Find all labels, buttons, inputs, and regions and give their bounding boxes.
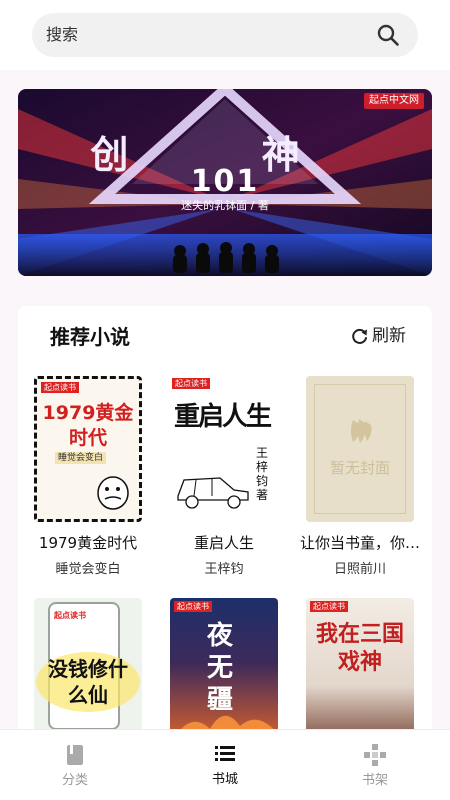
shelf-icon bbox=[364, 744, 386, 766]
cover-badge: 起点读书 bbox=[310, 601, 348, 612]
refresh-label: 刷新 bbox=[372, 326, 406, 346]
bottom-tab-bar: 分类 书城 书架 bbox=[0, 729, 450, 800]
recommend-section: 推荐小说 刷新 起点读书 1979黄金时代 睡觉会变白 1979黄金时代 睡觉会… bbox=[18, 306, 432, 736]
book-cover[interactable]: 暂无封面 bbox=[306, 376, 414, 522]
cover-title: 1979黄金时代 bbox=[42, 402, 134, 449]
tab-bookstore[interactable]: 书城 bbox=[180, 744, 270, 794]
cover-badge: 起点读书 bbox=[41, 382, 79, 393]
search-bar[interactable]: 搜索 bbox=[32, 13, 418, 57]
cover-frame bbox=[314, 384, 406, 514]
cover-badge: 起点读书 bbox=[174, 601, 212, 612]
book-author: 日照前川 bbox=[333, 562, 386, 577]
book-author: 王梓钧 bbox=[204, 562, 244, 577]
book-title[interactable]: 1979黄金时代 bbox=[26, 533, 150, 553]
refresh-icon bbox=[352, 328, 367, 344]
promo-banner[interactable]: 创 神 101 迷失的乳钵面 / 著 起点中文网 bbox=[18, 89, 432, 276]
section-title: 推荐小说 bbox=[50, 325, 130, 349]
refresh-button[interactable]: 刷新 bbox=[351, 323, 406, 349]
search-placeholder[interactable]: 搜索 bbox=[46, 24, 78, 46]
book-cover[interactable]: 起点读书 没钱修什么仙 bbox=[34, 598, 142, 736]
search-icon[interactable] bbox=[376, 23, 400, 47]
cover-title: 夜无疆 bbox=[206, 621, 233, 715]
book-icon bbox=[67, 745, 83, 765]
book-cover[interactable]: 起点读书 夜无疆 bbox=[170, 598, 278, 736]
cover-title: 没钱修什么仙 bbox=[48, 657, 128, 707]
cover-title: 重启人生 bbox=[174, 402, 272, 432]
placeholder-logo-icon bbox=[351, 419, 372, 443]
tab-label: 书架 bbox=[361, 773, 388, 788]
book-cover[interactable]: 起点读书 1979黄金时代 睡觉会变白 bbox=[34, 376, 142, 522]
cover-placeholder-text: 暂无封面 bbox=[329, 459, 390, 477]
cover-title: 我在三国戏神 bbox=[315, 621, 404, 675]
cover-badge: 起点读书 bbox=[54, 611, 86, 620]
banner-author-line: 迷失的乳钵面 / 著 bbox=[181, 199, 269, 212]
cover-author: 睡觉会变白 bbox=[55, 452, 107, 464]
list-icon bbox=[215, 746, 235, 761]
cartoon-face-icon bbox=[97, 476, 129, 510]
tab-label: 书城 bbox=[211, 772, 238, 787]
tab-bookshelf[interactable]: 书架 bbox=[330, 744, 420, 794]
book-title[interactable]: 让你当书童，你… bbox=[298, 533, 422, 553]
top-bar: 搜索 bbox=[0, 0, 450, 70]
banner-publisher: 起点中文网 bbox=[364, 93, 424, 109]
book-author: 睡觉会变白 bbox=[55, 562, 121, 577]
book-cover[interactable]: 起点读书 我在三国戏神 bbox=[306, 598, 414, 736]
cover-author: 王梓钧 著 bbox=[256, 446, 269, 502]
book-cover[interactable]: 起点读书 重启人生 王梓钧 著 bbox=[170, 376, 278, 522]
car-sketch-icon bbox=[177, 477, 249, 509]
banner-title-number: 101 bbox=[190, 164, 260, 199]
tab-label: 分类 bbox=[61, 773, 88, 788]
tab-category[interactable]: 分类 bbox=[30, 744, 120, 794]
cover-badge: 起点读书 bbox=[172, 378, 210, 389]
book-title[interactable]: 重启人生 bbox=[162, 533, 286, 553]
